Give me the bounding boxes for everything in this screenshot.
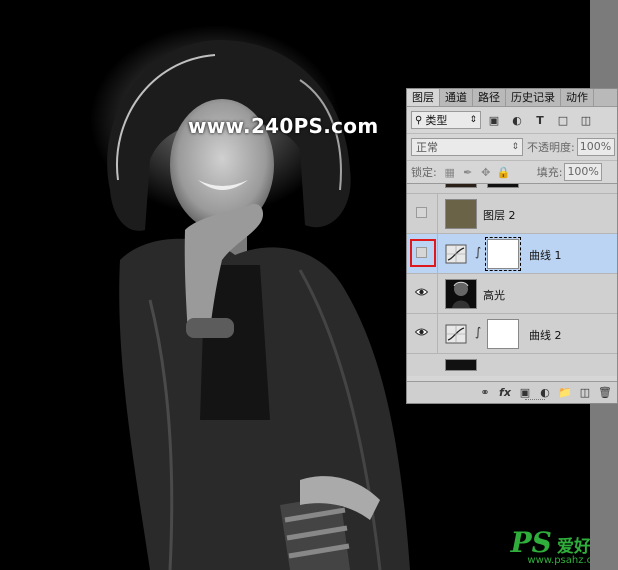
chain-link-icon[interactable]: ∫ [475, 325, 481, 339]
layer-name[interactable]: 曲线 2 [529, 327, 562, 343]
filter-pixel-icon[interactable]: ▣ [484, 114, 504, 127]
updown-arrow-icon: ⇕ [511, 142, 519, 152]
visibility-off-box [416, 207, 427, 218]
layer-name[interactable]: 曲线 1 [529, 247, 562, 263]
filter-adjustment-icon[interactable]: ◐ [507, 114, 527, 127]
watermark-text: www.240PS.com [188, 114, 379, 138]
tab-history[interactable]: 历史记录 [506, 89, 561, 106]
layer-mask-thumbnail[interactable] [487, 319, 519, 349]
opacity-label: 不透明度: [527, 141, 575, 154]
layer-row[interactable]: 图层 2 [407, 194, 617, 234]
layers-list: 图层 2 ∫ 曲线 1 高光 ∫ 曲线 2 [407, 183, 617, 376]
layer-mask-thumbnail [487, 184, 519, 188]
layer-row-selected[interactable]: ∫ 曲线 1 [407, 234, 617, 274]
filter-smartobject-icon[interactable]: ◫ [576, 114, 596, 127]
updown-arrow-icon: ⇕ [469, 115, 477, 125]
link-icon[interactable]: ⚭ [475, 386, 495, 399]
panel-tabs: 图层 通道 路径 历史记录 动作 [407, 89, 617, 107]
resize-grip[interactable] [525, 399, 545, 402]
filter-row: ⚲ 类型 ⇕ ▣ ◐ T □ ◫ [407, 107, 617, 133]
lock-row: 锁定: ▦ ✒ ✥ 🔒 填充: 100% [407, 160, 617, 183]
blend-mode-select[interactable]: 正常 ⇕ [411, 138, 523, 156]
fill-input[interactable]: 100% [564, 163, 603, 181]
fill-label: 填充: [536, 166, 563, 179]
lock-label: 锁定: [411, 166, 437, 179]
visibility-toggle[interactable] [407, 234, 438, 273]
visibility-toggle[interactable] [407, 314, 438, 353]
blend-mode-label: 正常 [416, 141, 438, 154]
layer-row[interactable]: 高光 [407, 274, 617, 314]
filter-kind-label: 类型 [425, 114, 448, 127]
fx-icon[interactable]: fx [495, 386, 515, 399]
trash-icon[interactable]: 🗑 [595, 386, 615, 399]
visibility-toggle[interactable] [407, 274, 438, 313]
filter-kind-select[interactable]: ⚲ 类型 ⇕ [411, 111, 481, 129]
blend-row: 正常 ⇕ 不透明度: 100% [407, 133, 617, 160]
layer-image-thumbnail [445, 279, 477, 309]
layer-name[interactable]: 高光 [483, 287, 505, 303]
group-icon[interactable]: 📁 [555, 386, 575, 399]
layer-color-thumbnail [445, 199, 477, 229]
layer-thumbnail [445, 359, 477, 371]
highlight-box [410, 239, 436, 267]
panel-bottom-bar: ⚭ fx ▣ ◐ 📁 ◫ 🗑 [407, 381, 617, 403]
layer-thumbnail [445, 184, 477, 188]
eye-icon [415, 328, 428, 336]
lock-transparent-icon[interactable]: ▦ [441, 166, 459, 179]
adjustment-icon[interactable]: ◐ [535, 386, 555, 399]
lock-move-icon[interactable]: ✥ [477, 166, 495, 179]
tab-channels[interactable]: 通道 [440, 89, 473, 106]
lock-all-icon[interactable]: 🔒 [495, 166, 513, 179]
tab-layers[interactable]: 图层 [407, 89, 440, 106]
layer-mask-thumbnail[interactable] [485, 237, 521, 271]
layers-panel: 图层 通道 路径 历史记录 动作 ⚲ 类型 ⇕ ▣ ◐ T □ ◫ 正常 ⇕ 不… [406, 88, 618, 404]
visibility-toggle[interactable] [407, 194, 438, 233]
filter-shape-icon[interactable]: □ [553, 114, 573, 127]
eye-icon [415, 288, 428, 296]
opacity-input[interactable]: 100% [576, 138, 615, 156]
layer-row-partial[interactable] [407, 354, 617, 376]
layer-row-partial[interactable] [407, 184, 617, 194]
curves-adjustment-icon [445, 244, 467, 264]
tab-paths[interactable]: 路径 [473, 89, 506, 106]
mask-icon[interactable]: ▣ [515, 386, 535, 399]
chain-link-icon[interactable]: ∫ [475, 245, 481, 259]
layer-name[interactable]: 图层 2 [483, 207, 516, 223]
filter-type-icon[interactable]: T [530, 114, 550, 127]
tab-actions[interactable]: 动作 [561, 89, 594, 106]
lock-brush-icon[interactable]: ✒ [459, 166, 477, 179]
curves-adjustment-icon [445, 324, 467, 344]
layer-row[interactable]: ∫ 曲线 2 [407, 314, 617, 354]
new-layer-icon[interactable]: ◫ [575, 386, 595, 399]
search-icon: ⚲ [415, 114, 423, 126]
